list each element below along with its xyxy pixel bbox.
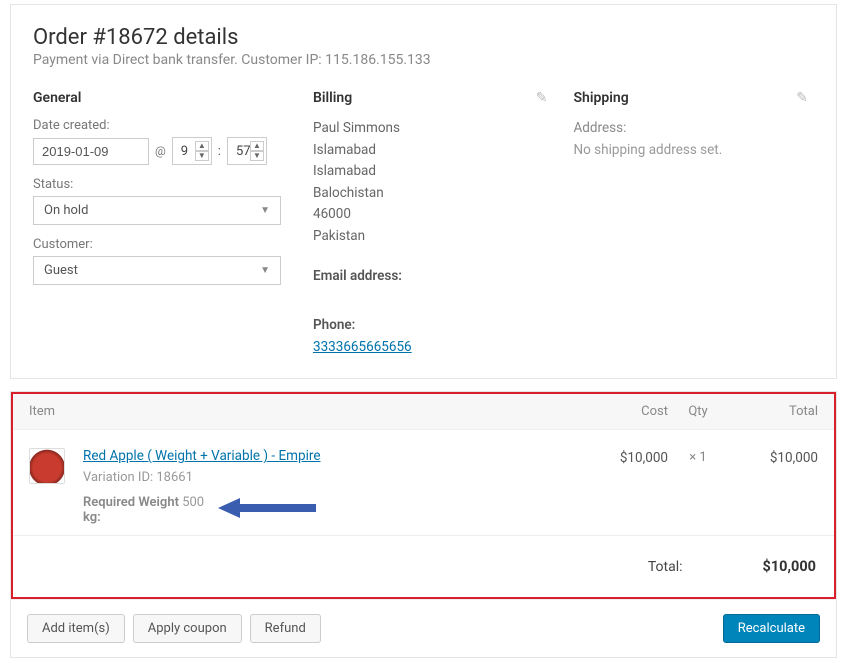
minute-input[interactable]: 57 ▲▼ <box>227 137 267 165</box>
phone-link[interactable]: 3333665665656 <box>313 339 412 355</box>
items-panel: Item Cost Qty Total Red Apple ( Weight +… <box>10 391 837 658</box>
table-row: Red Apple ( Weight + Variable ) - Empire… <box>13 429 834 535</box>
order-details-panel: Order #18672 details Payment via Direct … <box>10 4 837 379</box>
status-value: On hold <box>44 203 88 218</box>
email-label: Email address: <box>313 266 554 288</box>
billing-state: Balochistan <box>313 183 554 205</box>
total-label: Total: <box>648 559 683 575</box>
col-qty: Qty <box>668 404 728 419</box>
items-footer: Add item(s) Apply coupon Refund Recalcul… <box>11 599 836 657</box>
spinner-up-icon[interactable]: ▲ <box>195 141 209 151</box>
product-thumbnail <box>29 448 65 484</box>
variation-id: Variation ID: 18661 <box>83 470 578 485</box>
billing-city1: Islamabad <box>313 140 554 162</box>
col-total: Total <box>728 404 818 419</box>
order-subtitle: Payment via Direct bank transfer. Custom… <box>33 52 814 68</box>
item-total: $10,000 <box>728 448 818 466</box>
spinner-up-icon[interactable]: ▲ <box>250 141 264 151</box>
col-item: Item <box>29 404 578 419</box>
shipping-address-label: Address: <box>574 118 815 140</box>
required-weight-label: Required Weight <box>83 495 179 510</box>
col-cost: Cost <box>578 404 668 419</box>
edit-shipping-icon[interactable]: ✎ <box>796 90 808 106</box>
spinner-down-icon[interactable]: ▼ <box>250 151 264 161</box>
hour-input[interactable]: 9 ▲▼ <box>172 137 212 165</box>
phone-label: Phone: <box>313 315 554 337</box>
product-link[interactable]: Red Apple ( Weight + Variable ) - Empire <box>83 448 321 464</box>
order-title: Order #18672 details <box>33 25 814 50</box>
status-select[interactable]: On hold ▼ <box>33 196 281 225</box>
add-items-button[interactable]: Add item(s) <box>27 614 125 643</box>
billing-column: ✎ Billing Paul Simmons Islamabad Islamab… <box>313 90 554 358</box>
order-total-row: Total: $10,000 <box>13 535 834 597</box>
time-colon: : <box>218 144 221 159</box>
refund-button[interactable]: Refund <box>250 614 321 643</box>
shipping-heading: Shipping <box>574 90 815 106</box>
item-qty: × 1 <box>668 448 728 465</box>
total-value: $10,000 <box>763 558 816 575</box>
chevron-down-icon: ▼ <box>260 205 270 216</box>
customer-value: Guest <box>44 263 78 278</box>
customer-select[interactable]: Guest ▼ <box>33 256 281 285</box>
edit-billing-icon[interactable]: ✎ <box>536 90 548 106</box>
shipping-column: ✎ Shipping Address: No shipping address … <box>574 90 815 358</box>
items-table-head: Item Cost Qty Total <box>13 394 834 429</box>
customer-label: Customer: <box>33 237 293 252</box>
hour-value: 9 <box>177 144 188 159</box>
date-created-input[interactable] <box>33 138 149 165</box>
shipping-address-empty: No shipping address set. <box>574 140 815 162</box>
billing-heading: Billing <box>313 90 554 106</box>
recalculate-button[interactable]: Recalculate <box>723 614 820 643</box>
general-heading: General <box>33 90 293 106</box>
chevron-down-icon: ▼ <box>260 265 270 276</box>
spinner-down-icon[interactable]: ▼ <box>195 151 209 161</box>
date-created-label: Date created: <box>33 118 293 133</box>
billing-city2: Islamabad <box>313 161 554 183</box>
item-cost: $10,000 <box>578 448 668 466</box>
required-weight-value: 500 <box>182 495 204 510</box>
at-symbol: @ <box>155 144 166 158</box>
general-column: General Date created: @ 9 ▲▼ : 57 ▲▼ Sta… <box>33 90 293 358</box>
status-label: Status: <box>33 177 293 192</box>
apply-coupon-button[interactable]: Apply coupon <box>133 614 242 643</box>
billing-country: Pakistan <box>313 226 554 248</box>
required-weight-unit: kg: <box>83 510 204 525</box>
annotation-arrow-icon <box>218 495 318 525</box>
billing-name: Paul Simmons <box>313 118 554 140</box>
minute-value: 57 <box>232 144 251 159</box>
billing-postcode: 46000 <box>313 204 554 226</box>
highlight-box: Item Cost Qty Total Red Apple ( Weight +… <box>11 392 836 599</box>
